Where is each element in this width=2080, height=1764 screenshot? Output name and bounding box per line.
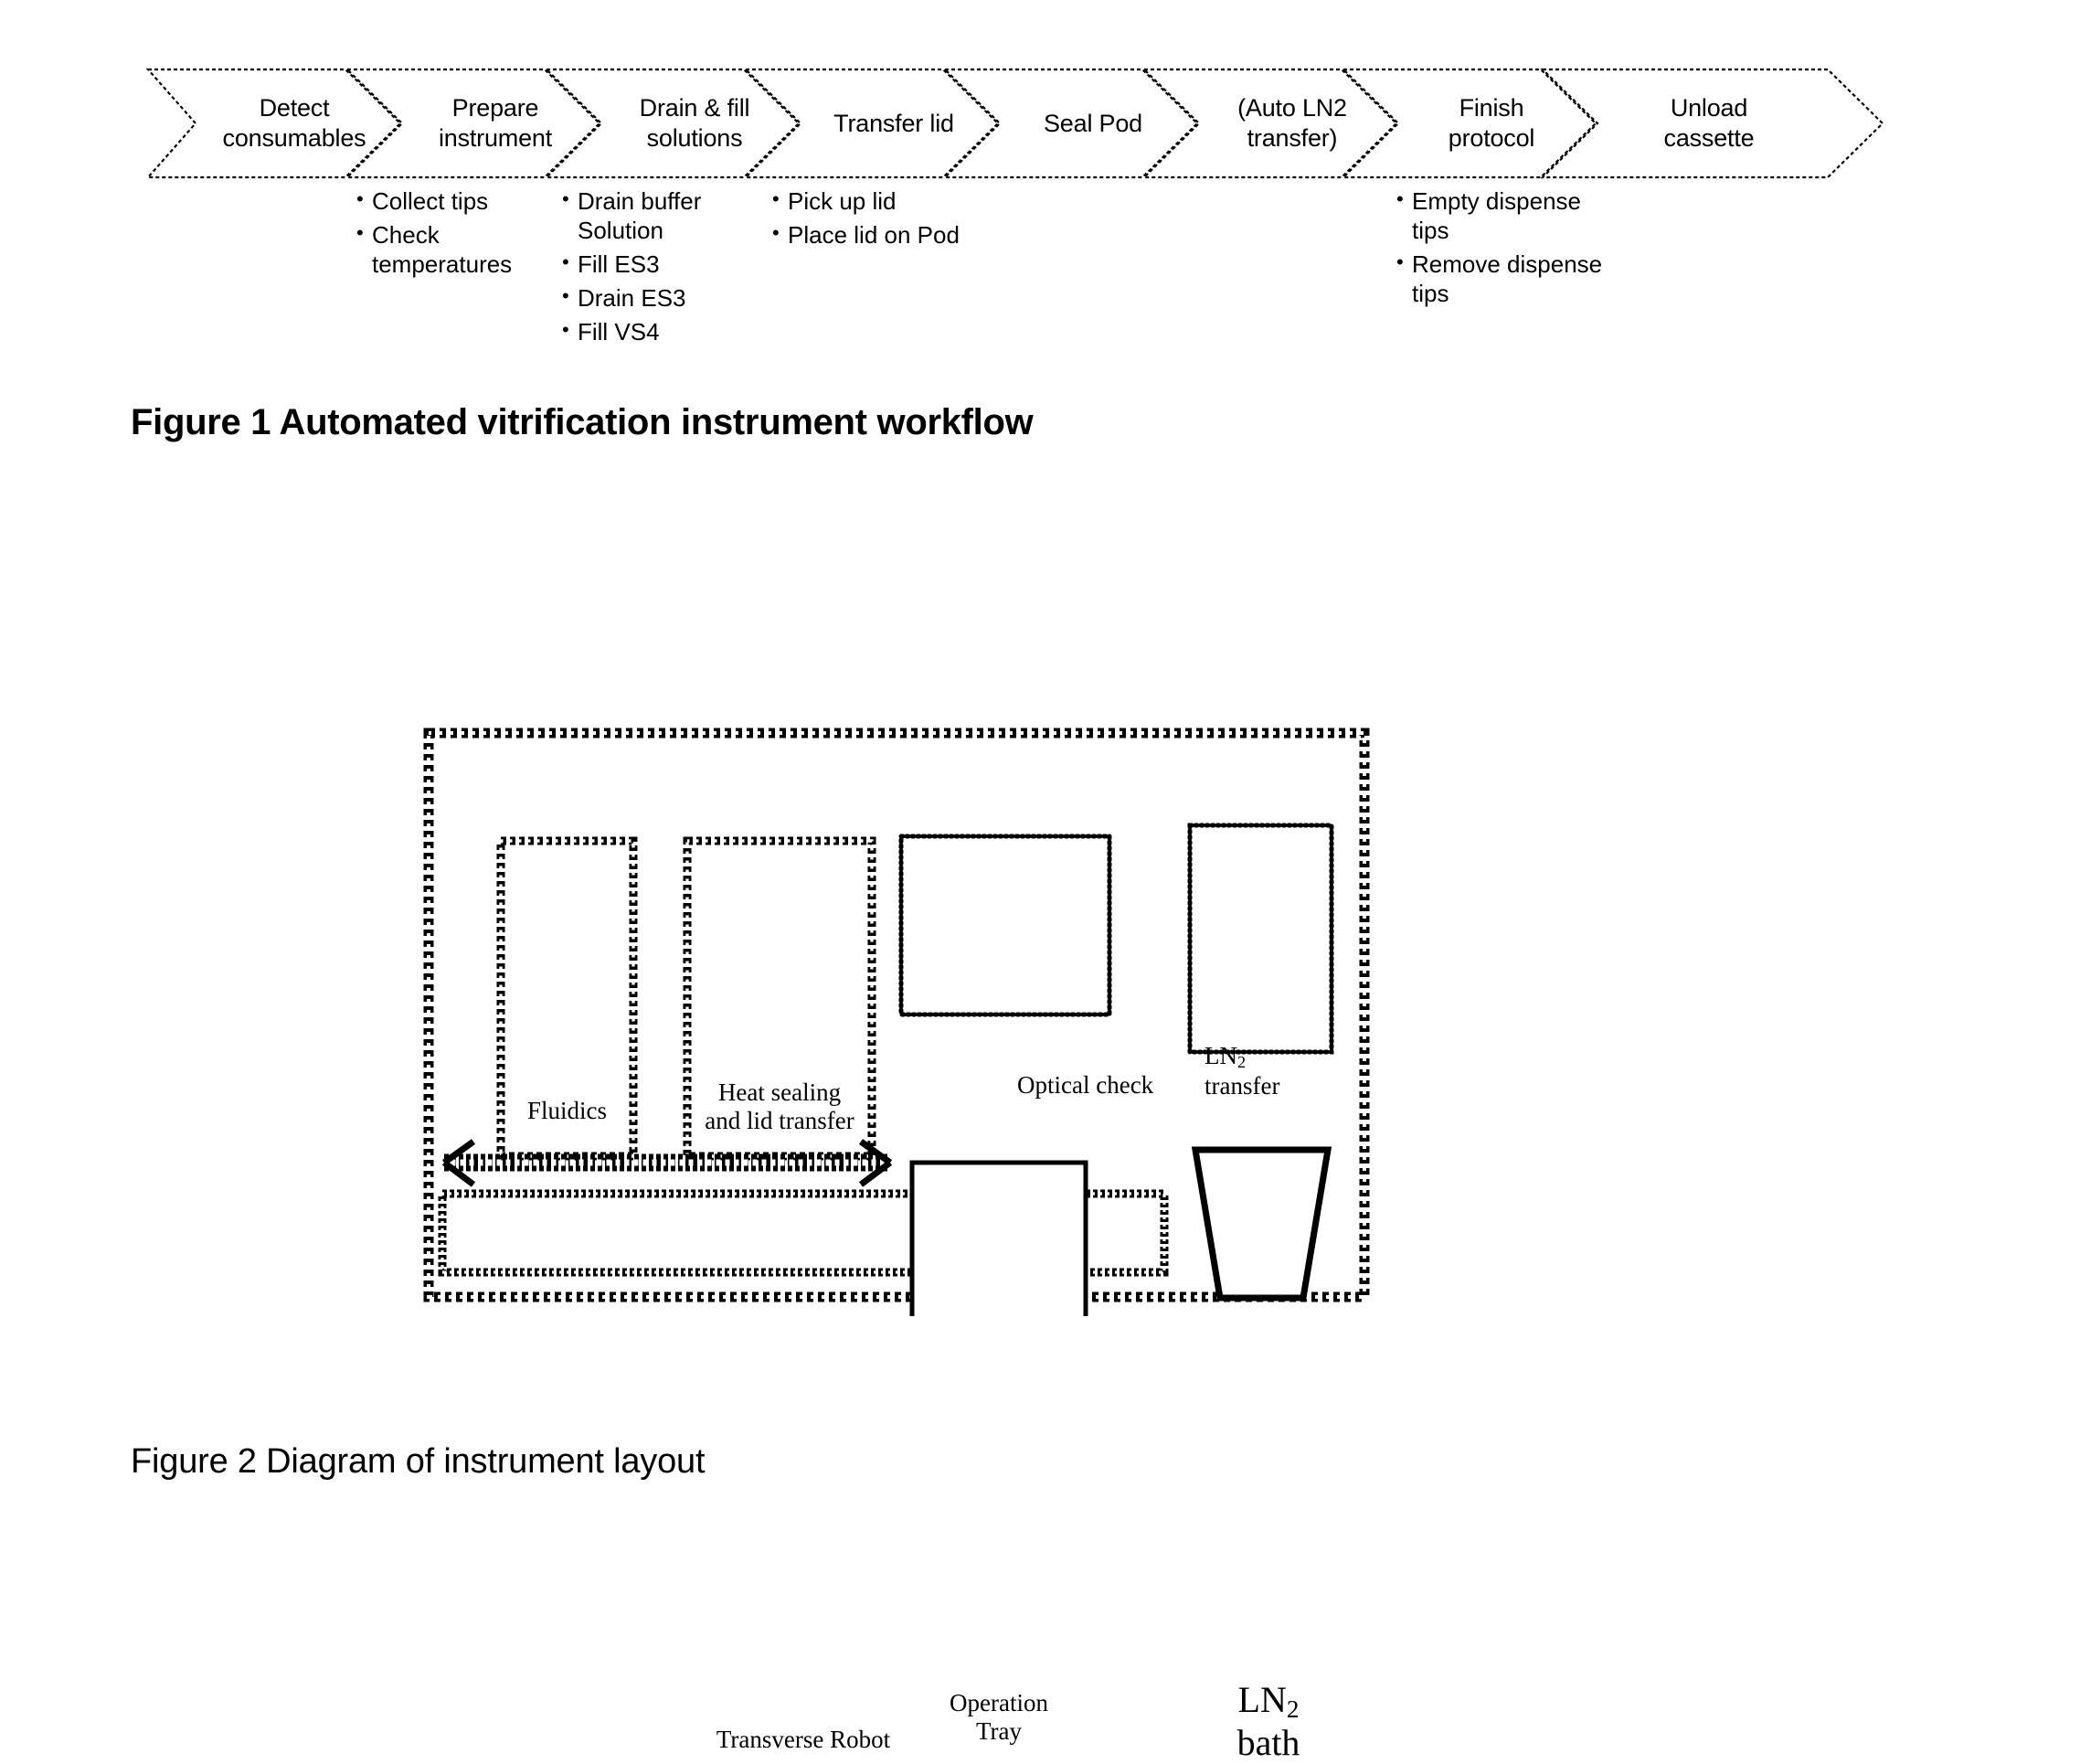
label-ln2-bath-line1: LN2 <box>1237 1679 1300 1723</box>
bullet-item: Empty dispense tips <box>1396 186 1616 246</box>
instrument-layout-drawing <box>423 728 1370 1316</box>
bullet-item: Collect tips <box>356 186 539 217</box>
chevron-label-3: Drain & fill solutions <box>639 94 750 152</box>
bullet-item: Pick up lid <box>772 186 982 217</box>
chevron-label-4: Transfer lid <box>833 110 954 137</box>
chevron-label-2: Prepare instrument <box>438 94 553 152</box>
module-optical-check <box>898 834 1112 1017</box>
module-operation-tray <box>909 1160 1088 1316</box>
bullet-list-transfer-lid: Pick up lidPlace lid on Pod <box>772 186 982 255</box>
label-operation-tray-line1: Operation <box>950 1689 1048 1716</box>
label-operation-tray-line2: Tray <box>975 1717 1023 1746</box>
bullet-item: Check temperatures <box>356 220 539 280</box>
chevron-label-1: Detect consumables <box>222 94 366 152</box>
label-heat-sealing: Heat sealing and lid transfer <box>687 1079 872 1136</box>
workflow-bullet-row: Collect tipsCheck temperatures Drain buf… <box>0 186 2080 361</box>
figure-1-caption: Figure 1 Automated vitrification instrum… <box>131 402 1034 442</box>
chevron-label-7: Finish protocol <box>1448 94 1535 152</box>
bullet-item: Remove dispense tips <box>1396 250 1616 309</box>
label-ln2-transfer: LN2 transfer <box>1204 1042 1279 1101</box>
label-ln2-transfer-line1: LN2 <box>1204 1042 1247 1072</box>
bullet-item: Fill ES3 <box>562 250 731 280</box>
chevron-label-6: (Auto LN2 transfer) <box>1237 94 1347 152</box>
label-ln2-bath: LN2 bath <box>1195 1679 1342 1764</box>
label-heat-sealing-line1: Heat sealing <box>717 1079 842 1106</box>
label-optical-check: Optical check <box>1017 1071 1154 1099</box>
label-operation-tray: Operation Tray <box>912 1689 1086 1747</box>
label-ln2-transfer-line2: transfer <box>1204 1072 1280 1100</box>
module-ln2-transfer <box>1187 823 1334 1055</box>
figure-2-caption: Figure 2 Diagram of instrument layout <box>131 1442 706 1481</box>
bullet-item: Fill VS4 <box>562 317 731 347</box>
figure-1-workflow: Detect consumables Prepare instrument Drai… <box>0 0 2080 442</box>
chevron-label-8: Unload cassette <box>1663 94 1755 152</box>
workflow-chevron-band: Detect consumables Prepare instrument Drai… <box>137 55 1901 192</box>
bullet-item: Place lid on Pod <box>772 220 982 250</box>
bullet-item: Drain ES3 <box>562 283 731 313</box>
label-ln2-bath-line2: bath <box>1236 1722 1300 1764</box>
bullet-item: Drain buffer Solution <box>562 186 731 246</box>
bullet-list-prepare-instrument: Collect tipsCheck temperatures <box>356 186 539 284</box>
module-ln2-bath <box>1191 1146 1332 1302</box>
label-fluidics: Fluidics <box>526 1097 607 1124</box>
bullet-list-drain-fill-solutions: Drain buffer Solution Fill ES3Drain ES3 Fi… <box>562 186 731 352</box>
figure-2-layout: Fluidics Heat sealing and lid transfer O… <box>0 676 2080 1763</box>
chevron-label-5: Seal Pod <box>1044 110 1142 137</box>
bullet-list-finish-protocol: Empty dispense tipsRemove dispense tips <box>1396 186 1616 313</box>
label-heat-sealing-line2: and lid transfer <box>705 1107 854 1135</box>
